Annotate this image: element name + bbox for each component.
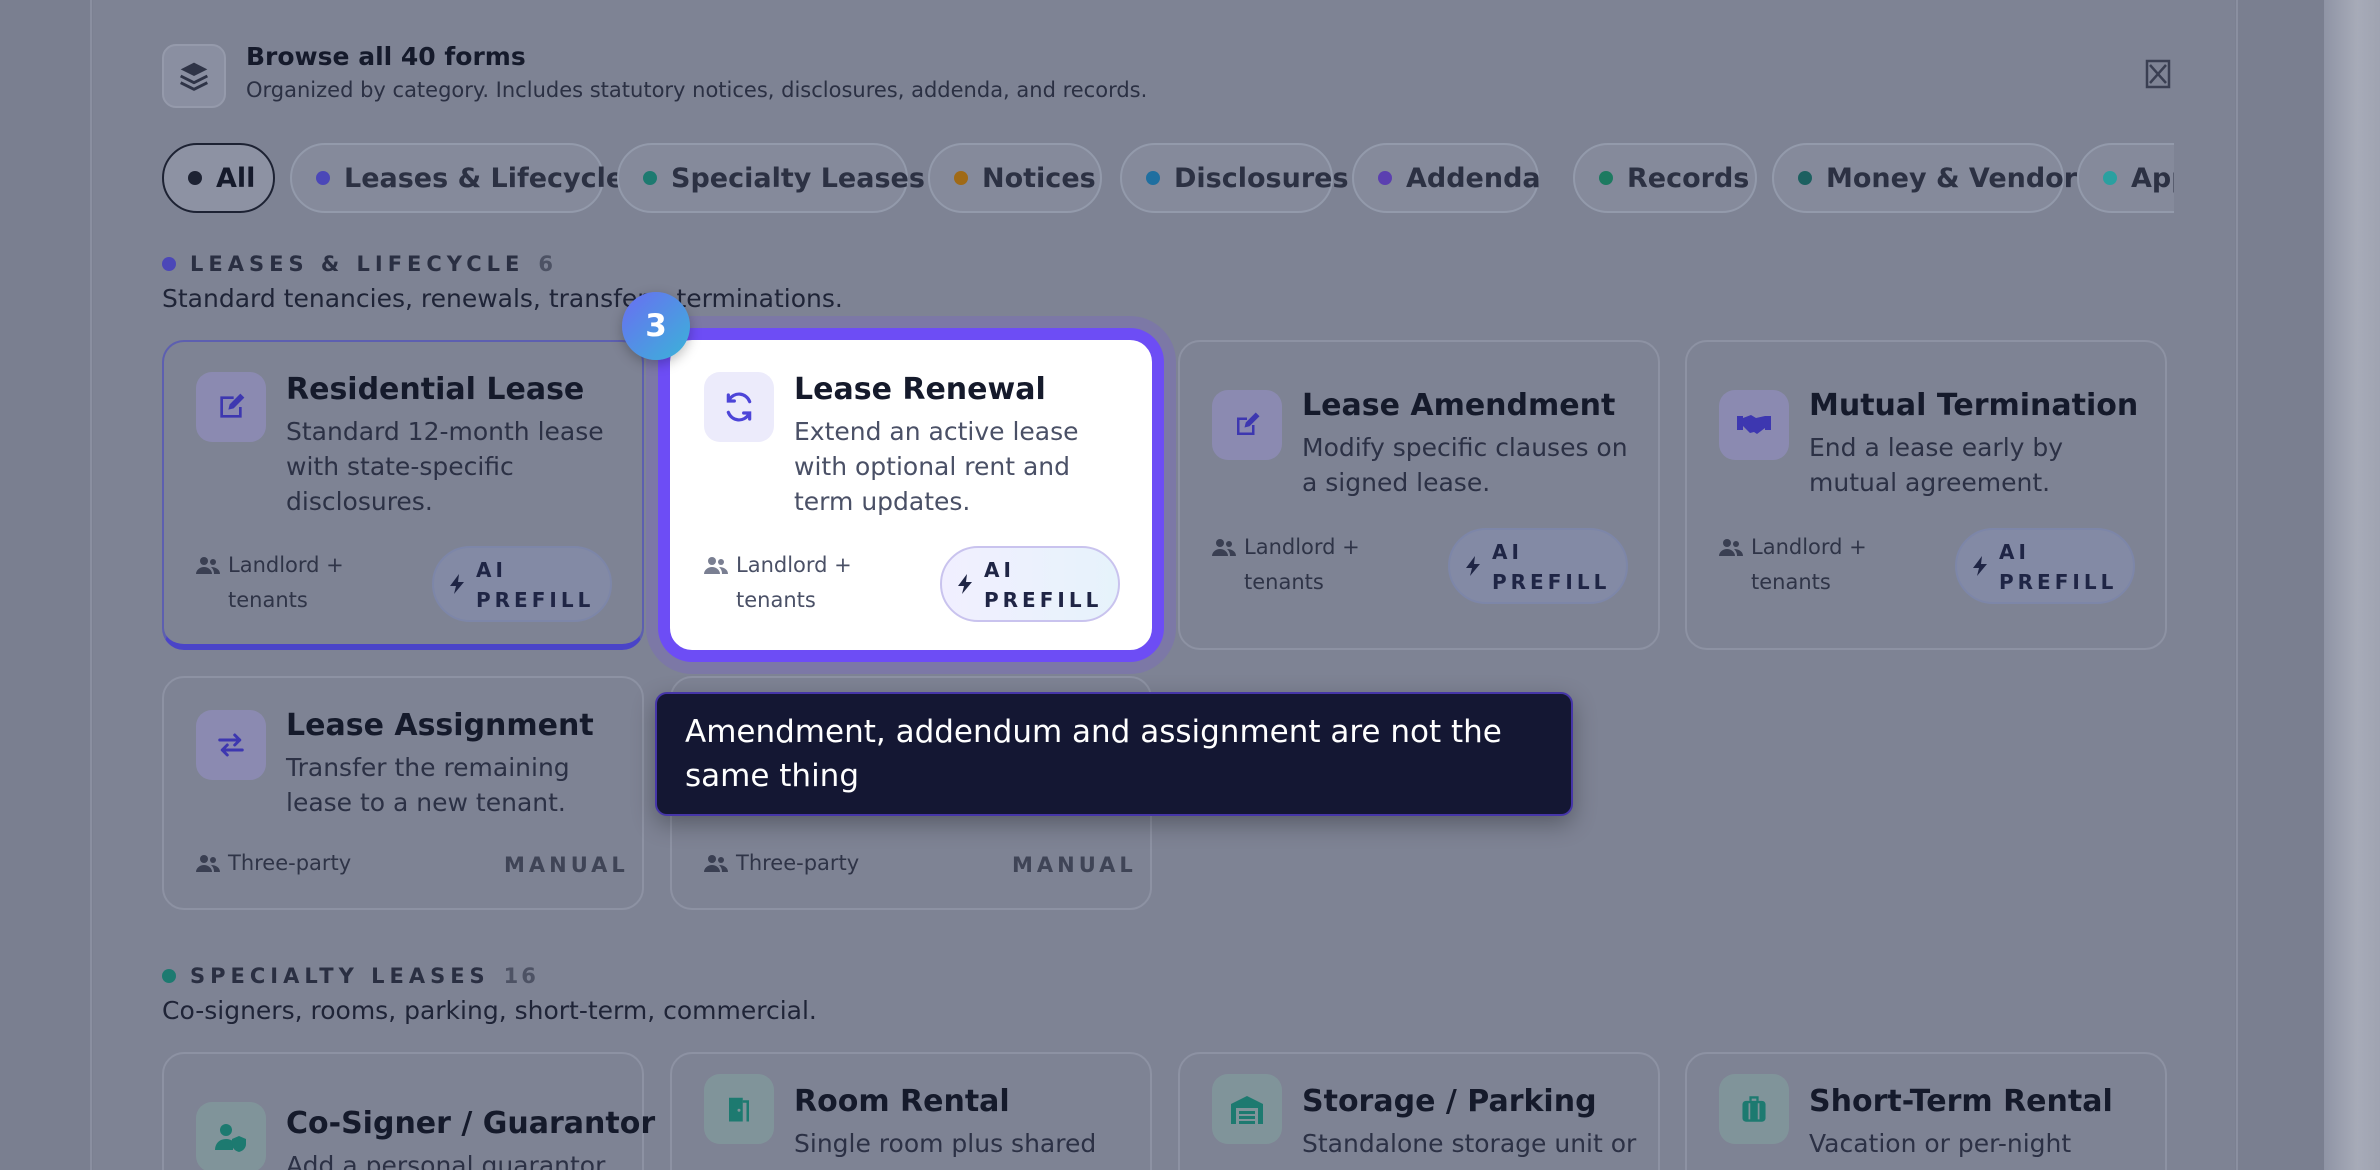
card-audience: Three-party: [704, 846, 859, 881]
card-description: Vacation or per-night: [1809, 1129, 2072, 1158]
people-icon: [1212, 539, 1236, 556]
form-card-lease-assignment[interactable]: Lease Assignment Transfer the remaining …: [162, 676, 644, 910]
card-description: Single room plus shared: [794, 1129, 1097, 1158]
card-description: Standard 12-month lease with state-speci…: [286, 417, 604, 516]
bolt-icon: [1466, 556, 1480, 576]
people-icon: [704, 855, 728, 872]
pencil-square-icon: [1212, 390, 1282, 460]
ai-prefill-badge: AI PREFILL: [432, 546, 612, 622]
card-title: Lease Renewal: [794, 372, 1046, 407]
form-card-room-rental[interactable]: Room Rental Single room plus shared: [670, 1052, 1152, 1170]
filter-chip-records[interactable]: Records: [1573, 143, 1757, 213]
tour-tooltip: Amendment, addendum and assignment are n…: [655, 692, 1573, 816]
ai-prefill-badge: AI PREFILL: [1448, 528, 1628, 604]
page-subtitle: Organized by category. Includes statutor…: [246, 78, 1148, 102]
section-heading-specialty-leases: SPECIALTY LEASES 16: [162, 964, 539, 988]
card-title: Room Rental: [794, 1084, 1010, 1119]
filter-chip-specialty-leases[interactable]: Specialty Leases: [617, 143, 925, 213]
suitcase-icon: [1719, 1074, 1789, 1144]
card-description: Add a personal guarantor: [286, 1151, 606, 1170]
swap-arrows-icon: [196, 710, 266, 780]
card-audience: Three-party: [196, 846, 351, 881]
card-title: Residential Lease: [286, 372, 585, 407]
form-card-mutual-termination[interactable]: Mutual Termination End a lease early by …: [1685, 340, 2167, 650]
dot-icon: [1378, 171, 1392, 185]
dot-icon: [162, 969, 176, 983]
category-filter-bar: All Leases & Lifecycle Specialty Leases …: [162, 143, 2174, 213]
card-description: Transfer the remaining lease to a new te…: [286, 753, 570, 817]
card-title: Lease Amendment: [1302, 388, 1616, 423]
card-description: Standalone storage unit or: [1302, 1129, 1637, 1158]
card-title: Mutual Termination: [1809, 388, 2139, 423]
ai-prefill-badge: AI PREFILL: [1955, 528, 2135, 604]
form-card-lease-amendment[interactable]: Lease Amendment Modify specific clauses …: [1178, 340, 1660, 650]
warehouse-icon: [1212, 1074, 1282, 1144]
form-card-co-signer-guarantor[interactable]: Co-Signer / Guarantor Add a personal gua…: [162, 1052, 655, 1170]
card-audience: Landlord + tenants: [704, 548, 856, 618]
layers-icon: [162, 44, 226, 108]
dot-icon: [188, 171, 202, 185]
filter-chip-disclosures[interactable]: Disclosures: [1120, 143, 1349, 213]
handshake-icon: [1719, 390, 1789, 460]
card-audience: Landlord + tenants: [1719, 530, 1871, 600]
card-title: Storage / Parking: [1302, 1084, 1597, 1119]
section-count: 16: [503, 964, 539, 988]
signature-edit-icon: [196, 372, 266, 442]
page-title: Browse all 40 forms: [246, 42, 526, 71]
close-icon[interactable]: [2142, 58, 2174, 90]
dot-icon: [2103, 171, 2117, 185]
browse-header: Browse all 40 forms Organized by categor…: [162, 40, 2174, 112]
dot-icon: [643, 171, 657, 185]
section-count: 6: [538, 252, 557, 276]
dot-icon: [316, 171, 330, 185]
side-drawer-edge: [2324, 0, 2380, 1170]
dot-icon: [954, 171, 968, 185]
manual-badge: MANUAL: [1012, 853, 1137, 877]
filter-chip-money-vendor[interactable]: Money & Vendor: [1772, 143, 2077, 213]
card-audience: Landlord + tenants: [196, 548, 348, 618]
filter-chip-addenda[interactable]: Addenda: [1352, 143, 1541, 213]
dot-icon: [1599, 171, 1613, 185]
bolt-icon: [450, 574, 464, 594]
form-card-lease-renewal[interactable]: Lease Renewal Extend an active lease wit…: [670, 340, 1152, 650]
form-card-residential-lease[interactable]: Residential Lease Standard 12-month leas…: [162, 340, 644, 650]
tour-step-badge: 3: [622, 292, 690, 360]
people-icon: [196, 557, 220, 574]
people-icon: [196, 855, 220, 872]
filter-chip-app[interactable]: App: [2077, 143, 2174, 213]
dot-icon: [1798, 171, 1812, 185]
dot-icon: [1146, 171, 1160, 185]
people-icon: [1719, 539, 1743, 556]
dot-icon: [162, 257, 176, 271]
backdrop-left: [0, 0, 92, 1170]
card-description: Modify specific clauses on a signed leas…: [1302, 433, 1628, 497]
ai-prefill-badge: AI PREFILL: [940, 546, 1120, 622]
manual-badge: MANUAL: [504, 853, 629, 877]
door-open-icon: [704, 1074, 774, 1144]
backdrop-right: [2236, 0, 2324, 1170]
section-heading-leases-lifecycle: LEASES & LIFECYCLE 6: [162, 252, 556, 276]
bolt-icon: [958, 574, 972, 594]
card-title: Co-Signer / Guarantor: [286, 1106, 656, 1141]
card-title: Lease Assignment: [286, 708, 594, 743]
form-card-short-term-rental[interactable]: Short-Term Rental Vacation or per-night: [1685, 1052, 2167, 1170]
filter-chip-all[interactable]: All: [162, 143, 275, 213]
card-title: Short-Term Rental: [1809, 1084, 2113, 1119]
filter-chip-notices[interactable]: Notices: [928, 143, 1102, 213]
form-card-storage-parking[interactable]: Storage / Parking Standalone storage uni…: [1178, 1052, 1660, 1170]
card-description: Extend an active lease with optional ren…: [794, 417, 1079, 516]
card-audience: Landlord + tenants: [1212, 530, 1364, 600]
people-icon: [704, 557, 728, 574]
refresh-icon: [704, 372, 774, 442]
section-description: Standard tenancies, renewals, transfers,…: [162, 284, 843, 313]
user-shield-icon: [196, 1102, 266, 1170]
bolt-icon: [1973, 556, 1987, 576]
section-description: Co-signers, rooms, parking, short-term, …: [162, 996, 817, 1025]
card-description: End a lease early by mutual agreement.: [1809, 433, 2064, 497]
filter-chip-leases-lifecycle[interactable]: Leases & Lifecycle: [290, 143, 624, 213]
